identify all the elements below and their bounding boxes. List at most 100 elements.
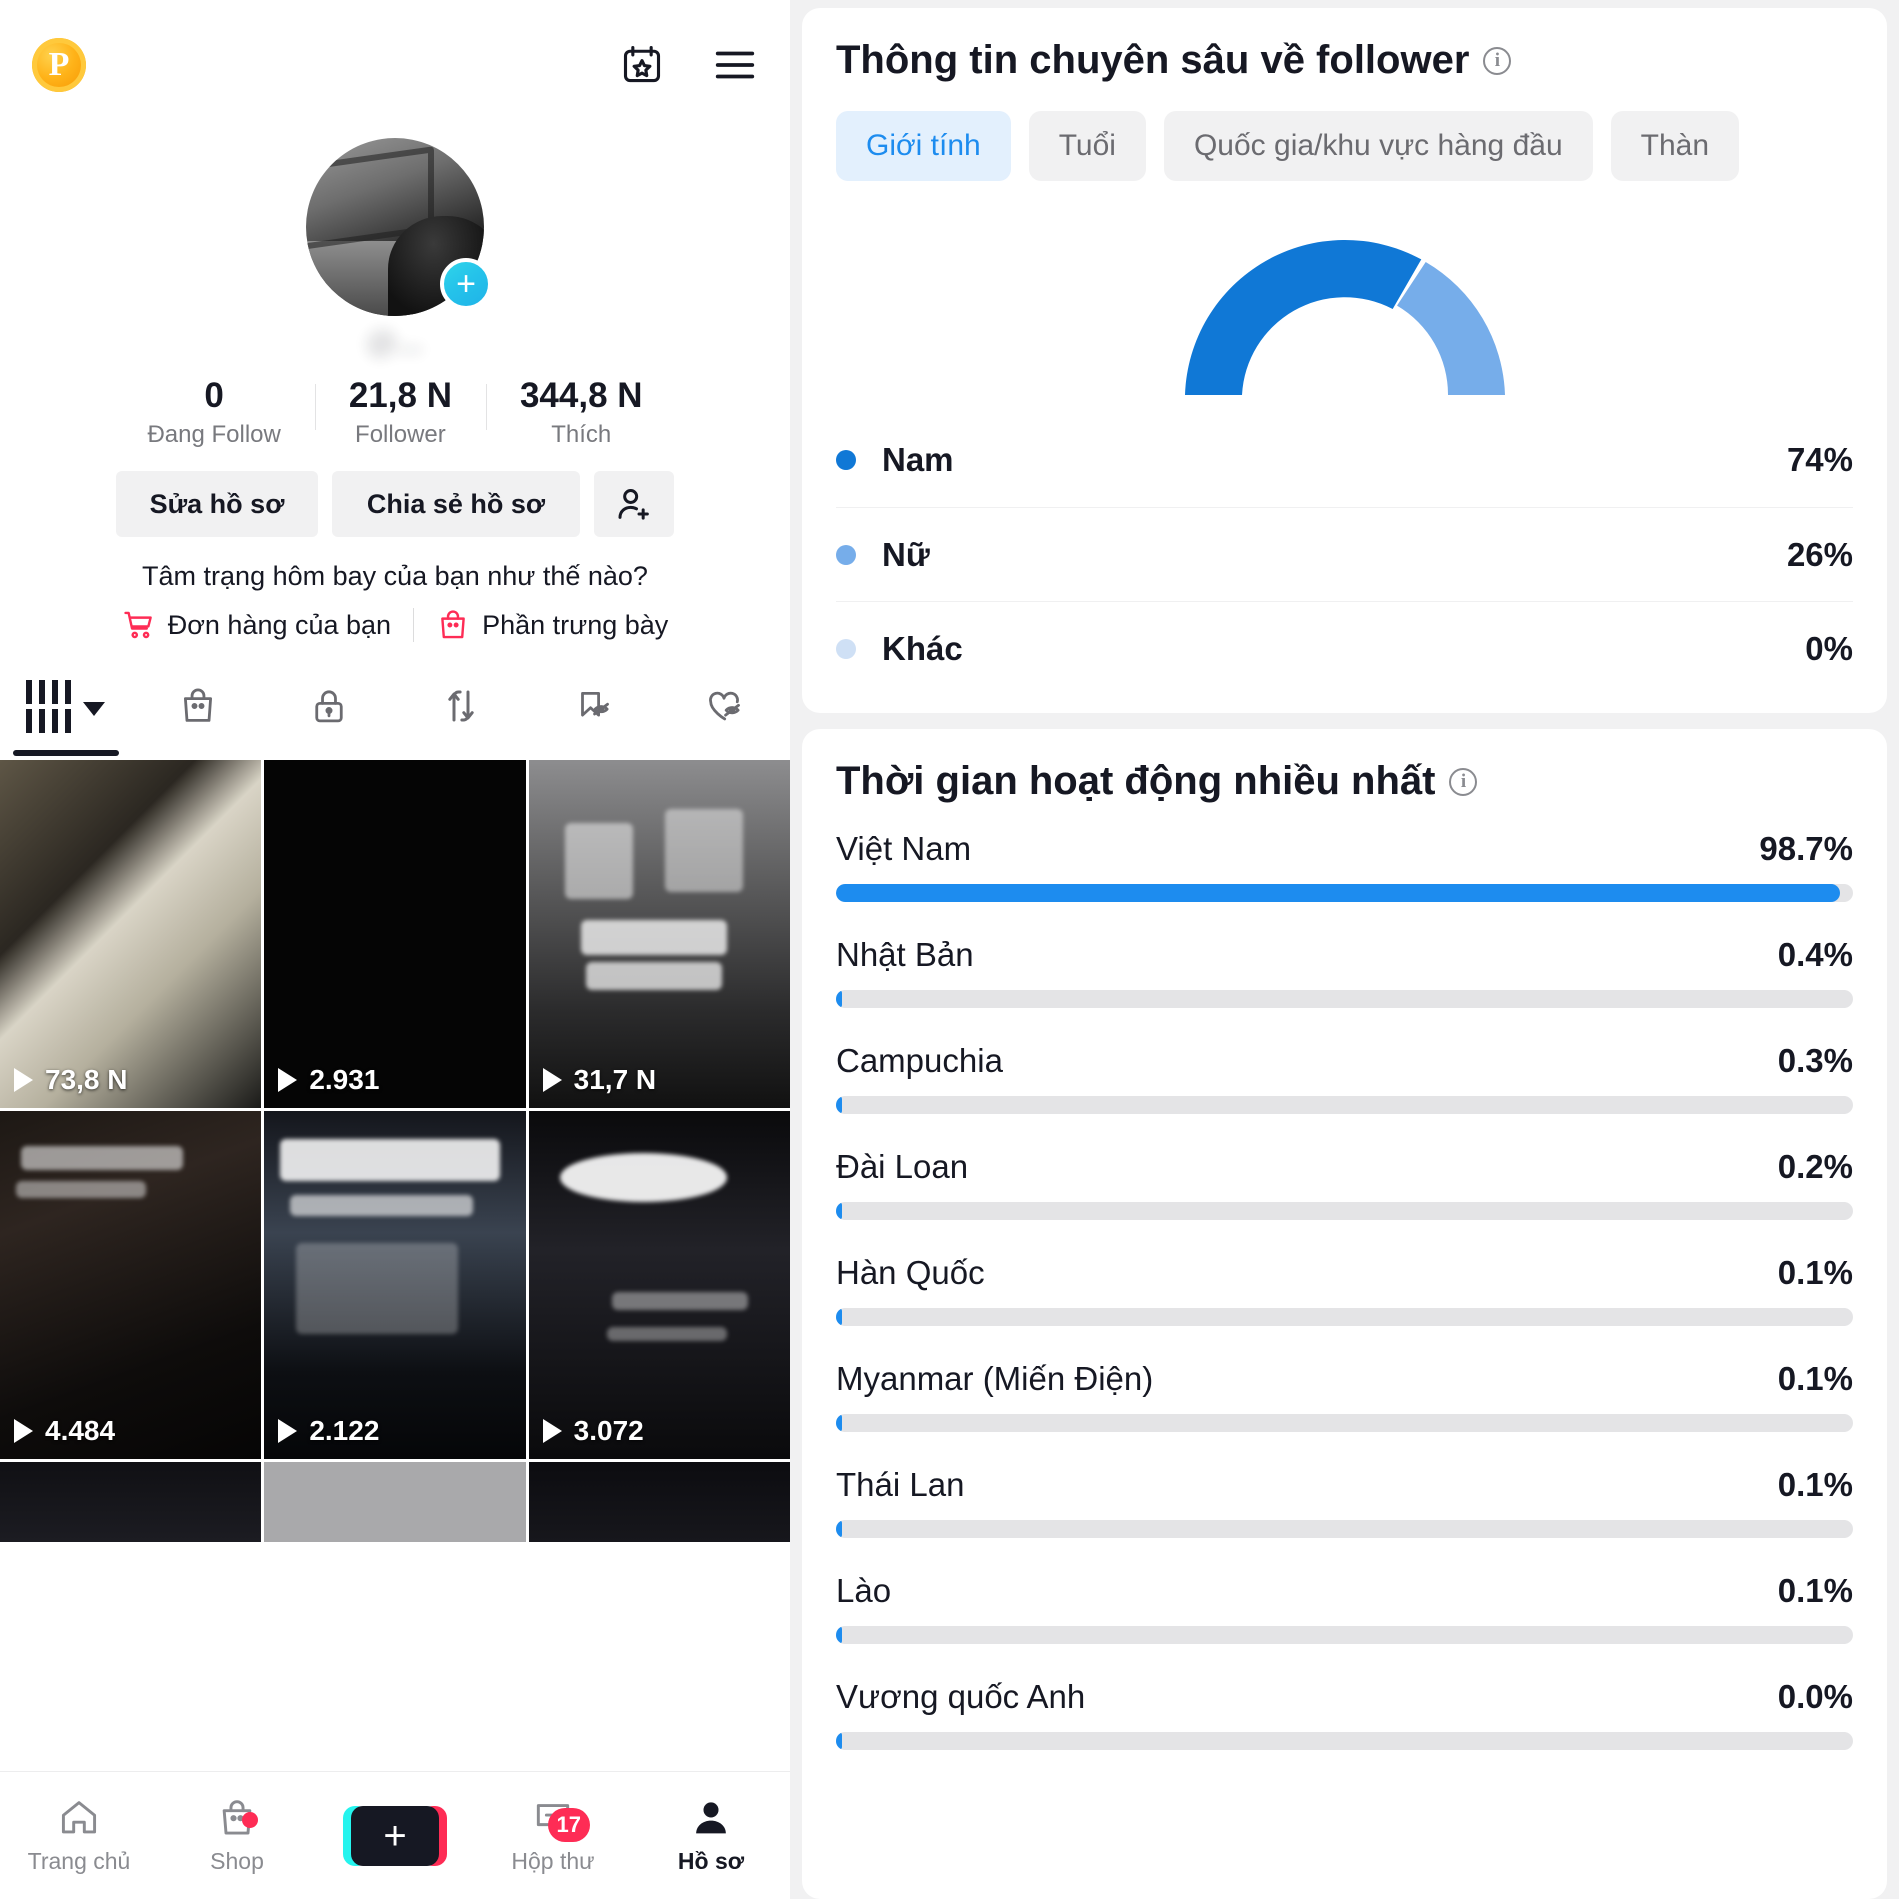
play-icon [542,1068,562,1093]
profile-stats: 0 Đang Follow 21,8 N Follower 344,8 N Th… [0,376,790,449]
calendar-star-icon[interactable] [620,43,664,87]
country-name: Myanmar (Miến Điện) [836,1360,1154,1397]
chip-gender[interactable]: Giới tính [836,111,1011,181]
analytics-panel: Thông tin chuyên sâu về follower i Giới … [790,0,1899,1899]
chip-top-country[interactable]: Quốc gia/khu vực hàng đầu [1163,111,1593,181]
video-view-count: 31,7 N [573,1064,657,1096]
legend-label-other: Khác [882,629,963,667]
video-views: 4.484 [14,1415,115,1447]
nav-item-create[interactable]: + [316,1805,474,1866]
country-row: Campuchia 0.3% [836,1042,1853,1114]
country-bar-track [836,1308,1853,1326]
legend-dot-male [836,450,856,470]
grid-bars-icon [26,679,72,733]
sidebar-item-liked-hidden-tab[interactable] [658,668,790,744]
video-cell[interactable] [0,1462,262,1543]
video-view-count: 2.931 [309,1064,380,1096]
points-coin-icon[interactable]: P [32,38,86,92]
video-views: 2.931 [278,1064,379,1096]
country-row: Myanmar (Miến Điện) 0.1% [836,1360,1853,1432]
country-row: Vương quốc Anh 0.0% [836,1678,1853,1750]
shopping-bag-icon [183,688,212,722]
info-icon[interactable]: i [1449,767,1478,796]
add-story-plus-icon[interactable]: + [440,258,492,310]
country-bar-fill [836,1414,842,1432]
video-cell[interactable]: 31,7 N [528,760,790,1109]
nav-item-profile[interactable]: Hồ sơ [632,1796,790,1875]
country-name: Thái Lan [836,1466,965,1503]
profile-panel: P + @... 0 Đang Follow 21,8 N Follower 3… [0,0,790,1899]
sidebar-item-repost-tab[interactable] [395,668,527,744]
video-cell[interactable]: 4.484 [0,1111,262,1460]
showcase-link[interactable]: Phần trưng bày [436,608,668,642]
country-name: Hàn Quốc [836,1254,985,1291]
video-cell[interactable]: 2.931 [264,760,526,1109]
nav-item-inbox[interactable]: 17 Hộp thư [474,1796,632,1875]
edit-profile-button[interactable]: Sửa hồ sơ [116,471,318,538]
video-cell[interactable] [528,1462,790,1543]
profile-topbar: P [0,0,790,130]
country-bar-fill [836,1096,842,1114]
shop-links-divider [413,608,415,643]
follower-insights-title-text: Thông tin chuyên sâu về follower [836,38,1470,82]
legend-row-other: Khác 0% [836,601,1853,695]
country-value: 0.1% [1777,1572,1853,1609]
video-views: 2.122 [278,1415,379,1447]
shop-links-row: Đơn hàng của bạn Phần trưng bày [0,608,790,643]
stat-likes[interactable]: 344,8 N Thích [485,376,677,449]
chip-age[interactable]: Tuổi [1028,111,1146,181]
country-bar-fill [836,1520,842,1538]
stat-followers[interactable]: 21,8 N Follower [314,376,486,449]
activity-title-text: Thời gian hoạt động nhiều nhất [836,759,1436,803]
nav-label-home: Trang chủ [27,1848,131,1874]
country-value: 98.7% [1759,830,1853,867]
sidebar-item-grid-posts-tab[interactable] [0,668,132,744]
profile-actions: Sửa hồ sơ Chia sẻ hồ sơ [0,471,790,538]
sidebar-item-saved-hidden-tab[interactable] [527,668,659,744]
create-button-wrap: + [343,1805,447,1866]
avatar[interactable]: + [306,138,492,316]
share-profile-button[interactable]: Chia sẻ hồ sơ [332,471,580,538]
country-value: 0.1% [1777,1466,1853,1503]
video-thumbnail-overlay [264,1111,525,1459]
legend-dot-female [836,544,856,565]
nav-item-shop[interactable]: Shop [158,1796,316,1875]
video-cell[interactable]: 2.122 [264,1111,526,1460]
nav-item-home[interactable]: Trang chủ [0,1796,158,1875]
video-views: 3.072 [542,1415,644,1447]
your-orders-link[interactable]: Đơn hàng của bạn [122,608,391,642]
info-icon[interactable]: i [1483,46,1512,75]
video-grid: 73,8 N 2.931 31,7 N 4.484 2.122 3.072 [0,760,790,1543]
stat-following[interactable]: 0 Đang Follow [113,376,314,449]
inbox-badge: 17 [547,1808,590,1842]
country-bar-track [836,1202,1853,1220]
mood-prompt[interactable]: Tâm trạng hôm bay của bạn như thế nào? [0,561,790,592]
video-cell[interactable]: 3.072 [528,1111,790,1460]
sidebar-item-shop-tab[interactable] [132,668,264,744]
country-bar-fill [836,884,1840,902]
country-name: Nhật Bản [836,936,974,973]
nav-label-profile: Hồ sơ [677,1848,745,1874]
legend-row-female: Nữ 26% [836,507,1853,601]
video-cell[interactable] [264,1462,526,1543]
gender-legend: Nam 74% Nữ 26% Khác 0% [836,413,1853,695]
hamburger-menu-icon[interactable] [712,42,758,88]
likes-label: Thích [551,421,612,449]
video-view-count: 4.484 [45,1415,116,1447]
country-value: 0.4% [1777,936,1853,973]
following-count: 0 [204,376,224,415]
add-friend-button[interactable] [594,471,674,538]
country-bar-list: Việt Nam 98.7% Nhật Bản 0.4% Campuchia 0.3% Đà… [836,830,1853,1750]
play-icon [278,1068,298,1093]
repost-arrows-icon [448,690,474,722]
nav-label-inbox: Hộp thư [511,1848,595,1874]
country-row: Nhật Bản 0.4% [836,936,1853,1008]
your-orders-label: Đơn hàng của bạn [167,609,392,640]
country-bar-fill [836,990,842,1008]
nav-label-shop: Shop [210,1848,264,1874]
create-plus-icon[interactable]: + [343,1805,447,1866]
video-cell[interactable]: 73,8 N [0,760,262,1109]
chip-city[interactable]: Thàn [1610,111,1740,181]
video-thumbnail-overlay [529,1111,790,1459]
sidebar-item-private-tab[interactable] [263,668,395,744]
